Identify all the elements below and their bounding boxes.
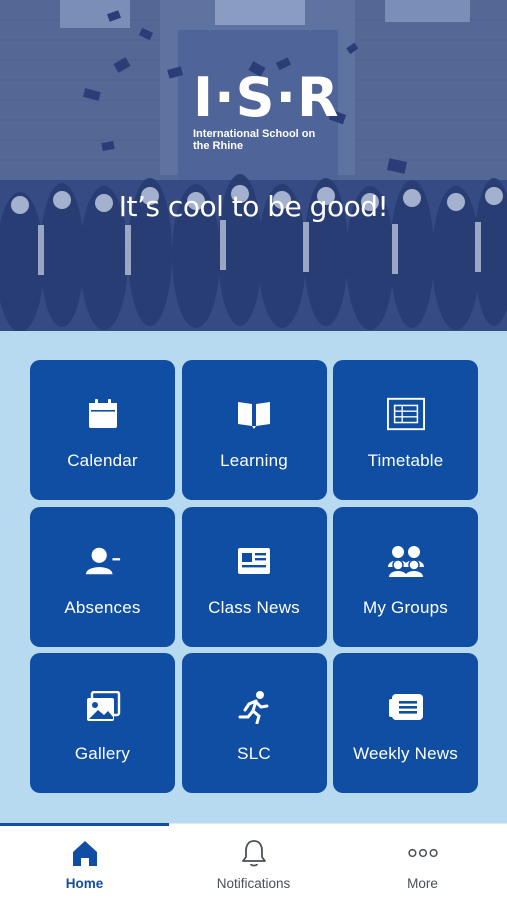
person-minus-icon (84, 542, 122, 580)
bell-icon (239, 838, 269, 868)
tab-label: Home (65, 876, 104, 891)
gallery-icon (84, 688, 122, 726)
tab-more[interactable]: More (338, 824, 507, 900)
news-card-icon (387, 688, 425, 726)
timetable-icon (386, 395, 425, 433)
calendar-icon (84, 395, 122, 433)
tile-slc[interactable]: SLC (181, 653, 327, 793)
graduation-photo (0, 0, 507, 331)
tile-my-groups[interactable]: My Groups (333, 506, 478, 647)
group-icon (387, 542, 425, 580)
tile-label: My Groups (363, 597, 448, 617)
bottom-tab-bar: Home Notifications More (0, 823, 507, 900)
logo-subtitle: International School on the Rhine (193, 128, 316, 152)
tile-label: Calendar (67, 451, 138, 470)
menu-grid: Calendar Learning Timetable Absences Cla… (30, 360, 478, 793)
tile-label: SLC (237, 744, 271, 763)
newspaper-icon (235, 542, 273, 580)
tile-label: Timetable (367, 451, 444, 470)
hero-banner: I·S·R International School on the Rhine … (0, 0, 507, 331)
tab-home[interactable]: Home (0, 823, 169, 900)
tile-absences[interactable]: Absences (30, 506, 175, 647)
slogan: It’s cool to be good! (118, 190, 389, 223)
tile-label: Learning (220, 451, 288, 470)
running-person-icon (235, 688, 273, 726)
tile-calendar[interactable]: Calendar (30, 360, 175, 500)
tile-weekly-news[interactable]: Weekly News (333, 653, 478, 793)
tile-label: Weekly News (353, 744, 458, 763)
tile-label: Gallery (74, 744, 131, 763)
tab-label: Notifications (216, 876, 291, 891)
tile-class-news[interactable]: Class News (181, 506, 327, 647)
tab-label: More (407, 876, 438, 891)
tile-label: Class News (208, 597, 300, 617)
tile-learning[interactable]: Learning (181, 360, 327, 500)
tile-timetable[interactable]: Timetable (333, 360, 478, 500)
more-dots-icon (407, 838, 438, 868)
tile-gallery[interactable]: Gallery (30, 653, 175, 793)
tile-label: Absences (64, 597, 141, 617)
logo-mark: I·S·R (193, 66, 340, 129)
book-icon (235, 395, 273, 433)
isr-logo: I·S·R International School on the Rhine (193, 66, 340, 164)
tab-notifications[interactable]: Notifications (169, 824, 338, 900)
home-icon (70, 838, 100, 868)
